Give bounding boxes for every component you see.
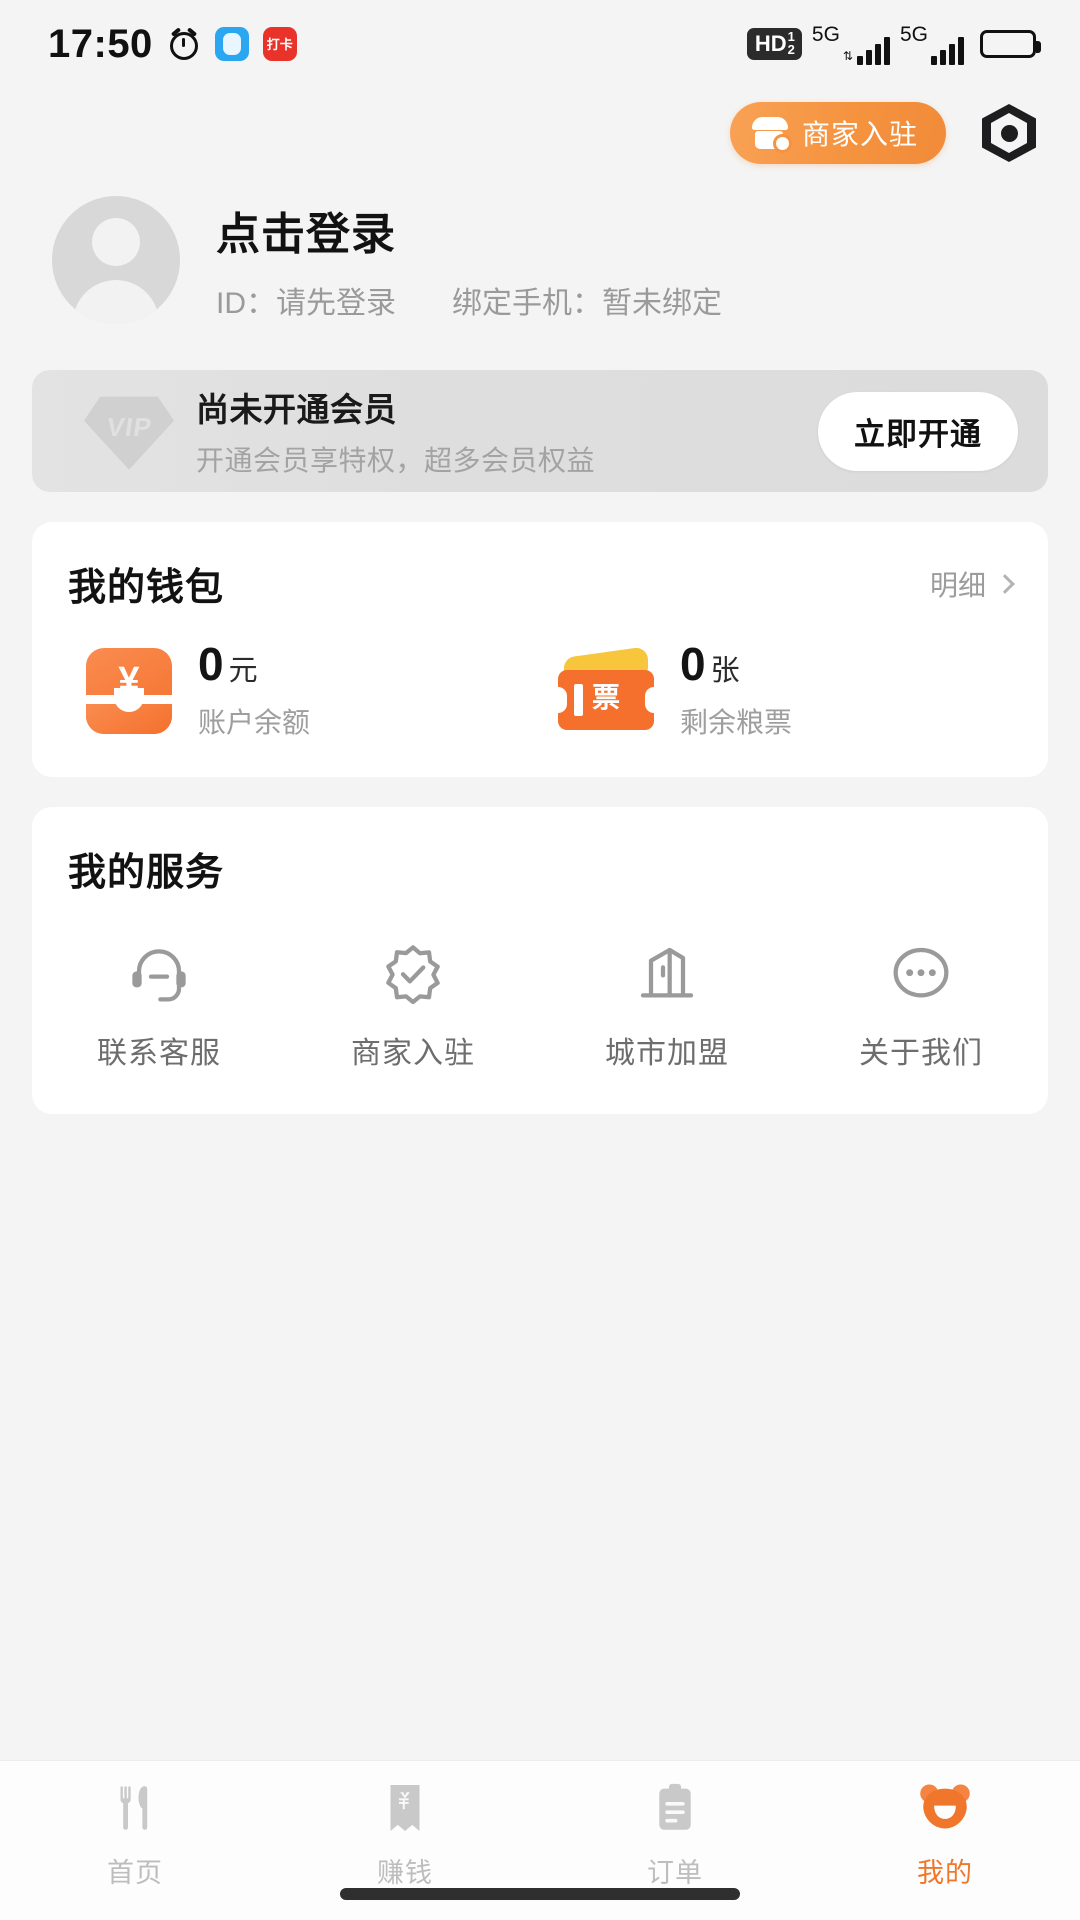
app-screen: 17:50 打卡 HD 1 2 5G ⇅ 5G 商家入驻 点击登录 ID：请先登… — [0, 0, 1080, 1920]
ellipsis-circle-icon — [889, 942, 953, 1006]
vip-subtitle: 开通会员享特权，超多会员权益 — [196, 445, 596, 476]
data-arrows-icon: ⇅ — [842, 48, 853, 63]
service-label: 关于我们 — [859, 1037, 983, 1070]
nav-item-orders[interactable]: 订单 — [540, 1779, 810, 1890]
wallet-header: 我的钱包 明细 — [68, 556, 1015, 611]
signal-bars-sim1 — [856, 35, 890, 65]
profile-text: 点击登录 ID：请先登录 绑定手机：暂未绑定 — [216, 198, 722, 322]
receipt-yuan-icon — [376, 1779, 434, 1837]
vip-activate-button[interactable]: 立即开通 — [818, 391, 1018, 471]
merchant-signup-label: 商家入驻 — [801, 119, 918, 150]
wallet-item-tickets[interactable]: 票 0 张 剩余粮票 — [540, 641, 1012, 741]
profile-meta: ID：请先登录 绑定手机：暂未绑定 — [216, 278, 722, 322]
wallet-balance-unit: 元 — [228, 655, 258, 687]
wallet-detail-label: 明细 — [929, 569, 986, 601]
sim1-network-label: 5G — [811, 22, 840, 46]
wallet-title: 我的钱包 — [68, 567, 225, 609]
headset-icon — [127, 942, 191, 1006]
vip-texts: 尚未开通会员 开通会员享特权，超多会员权益 — [196, 383, 818, 479]
service-item-city-franchise[interactable]: 城市加盟 — [540, 942, 794, 1072]
nav-item-earn[interactable]: 赚钱 — [270, 1779, 540, 1890]
yuan-wallet-icon: ¥ — [86, 648, 172, 734]
status-time: 17:50 — [48, 21, 153, 66]
services-grid: 联系客服 商家入驻 城市加盟 关于我们 — [32, 942, 1048, 1072]
service-item-merchant-signup[interactable]: 商家入驻 — [286, 942, 540, 1072]
header-actions: 商家入驻 — [0, 88, 1080, 178]
home-indicator — [340, 1888, 740, 1900]
service-label: 城市加盟 — [605, 1037, 729, 1070]
signal-bars-sim2 — [931, 35, 964, 65]
service-item-customer-support[interactable]: 联系客服 — [32, 942, 286, 1072]
service-item-about-us[interactable]: 关于我们 — [794, 942, 1048, 1072]
bottom-navigation: 首页 赚钱 订单 我的 — [0, 1760, 1080, 1920]
hd-label: HD — [754, 30, 787, 56]
wallet-ticket-unit: 张 — [710, 655, 740, 687]
alarm-clock-icon — [167, 27, 201, 61]
service-label: 商家入驻 — [351, 1037, 475, 1070]
nav-item-mine[interactable]: 我的 — [810, 1779, 1080, 1890]
hd-voice-icon: HD 1 2 — [746, 28, 802, 60]
signal-sim1: 5G ⇅ — [812, 24, 890, 65]
shop-icon — [751, 117, 789, 150]
wallet-ticket-value: 0 — [680, 638, 706, 690]
sim2-network-label: 5G — [899, 22, 928, 46]
nav-label: 赚钱 — [377, 1858, 433, 1888]
ticket-icon: 票 — [558, 646, 654, 732]
building-icon — [635, 942, 699, 1006]
clipboard-icon — [646, 1779, 704, 1837]
vip-title: 尚未开通会员 — [196, 391, 397, 428]
wallet-card: 我的钱包 明细 ¥ 0 元 账户余额 票 0 张 剩余粮票 — [32, 522, 1048, 777]
nav-label: 订单 — [647, 1858, 703, 1888]
user-id-text: ID：请先登录 — [216, 287, 396, 320]
service-label: 联系客服 — [97, 1037, 221, 1070]
nav-label: 首页 — [107, 1858, 163, 1888]
verified-badge-icon — [381, 942, 445, 1006]
bound-phone-text: 绑定手机：暂未绑定 — [452, 287, 722, 320]
services-card: 我的服务 联系客服 商家入驻 城市加盟 关于我们 — [32, 807, 1048, 1114]
bear-face-icon — [916, 1779, 974, 1837]
messaging-app-icon — [214, 27, 249, 61]
settings-hexagon-icon — [982, 104, 1036, 162]
vip-badge-icon: VIP — [84, 388, 174, 474]
status-bar-right: HD 1 2 5G ⇅ 5G — [746, 24, 1041, 65]
default-avatar-icon[interactable] — [52, 196, 180, 324]
profile-section[interactable]: 点击登录 ID：请先登录 绑定手机：暂未绑定 — [0, 178, 1080, 328]
cutlery-icon — [106, 1779, 164, 1837]
signal-sim2: 5G — [900, 24, 964, 65]
battery-full-icon — [980, 30, 1041, 58]
red-app-icon: 打卡 — [262, 27, 297, 61]
nav-label: 我的 — [917, 1858, 973, 1888]
chevron-right-icon — [995, 573, 1015, 594]
hd-sim2: 2 — [787, 41, 795, 57]
wallet-item-balance[interactable]: ¥ 0 元 账户余额 — [68, 641, 540, 741]
status-bar: 17:50 打卡 HD 1 2 5G ⇅ 5G — [0, 0, 1080, 88]
wallet-items: ¥ 0 元 账户余额 票 0 张 剩余粮票 — [68, 641, 1012, 741]
wallet-ticket-label: 剩余粮票 — [680, 707, 793, 738]
vip-banner[interactable]: VIP 尚未开通会员 开通会员享特权，超多会员权益 立即开通 — [32, 370, 1048, 492]
login-prompt[interactable]: 点击登录 — [216, 198, 722, 262]
status-bar-left: 17:50 打卡 — [48, 22, 297, 67]
settings-button[interactable] — [982, 104, 1036, 162]
nav-item-home[interactable]: 首页 — [0, 1779, 270, 1890]
wallet-balance-texts: 0 元 账户余额 — [198, 641, 310, 741]
wallet-balance-label: 账户余额 — [198, 707, 311, 738]
wallet-detail-link[interactable]: 明细 — [929, 564, 1015, 604]
wallet-ticket-texts: 0 张 剩余粮票 — [680, 641, 792, 741]
wallet-balance-value: 0 — [198, 638, 224, 690]
services-title: 我的服务 — [68, 852, 225, 894]
merchant-signup-button[interactable]: 商家入驻 — [729, 102, 946, 164]
vip-badge-text: VIP — [104, 411, 154, 442]
